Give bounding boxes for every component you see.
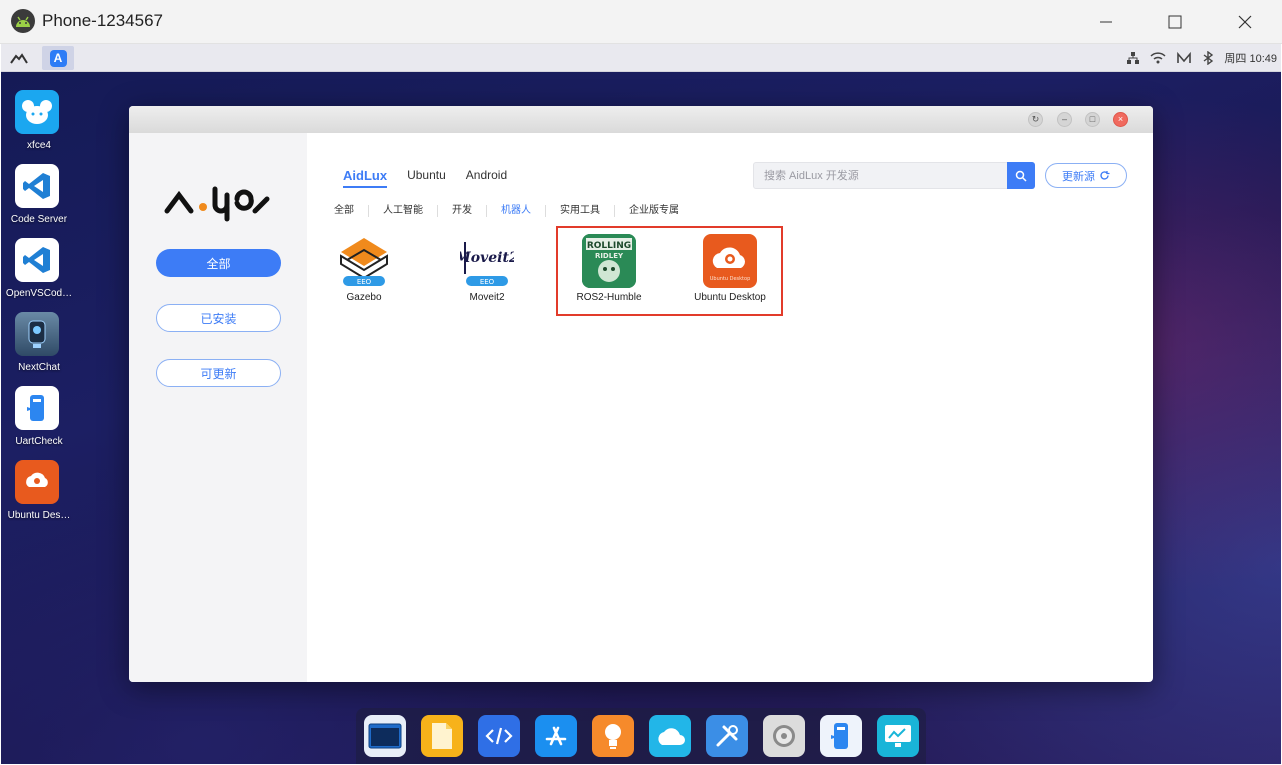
nextchat-icon <box>15 312 59 356</box>
desktop-icon-label: UartCheck <box>15 436 63 447</box>
desktop-icon-uartcheck[interactable]: UartCheck <box>1 386 77 456</box>
network-icon[interactable] <box>1126 51 1140 65</box>
app-store-icon: A <box>49 49 67 67</box>
category-filter: 全部 人工智能 开发 机器人 实用工具 企业版专属 <box>334 204 707 218</box>
app-badge: EEO <box>480 278 495 286</box>
category-dev[interactable]: 开发 <box>452 205 487 217</box>
vscode-icon <box>15 238 59 282</box>
menu-icon[interactable] <box>9 50 29 66</box>
category-ai[interactable]: 人工智能 <box>383 205 438 217</box>
phone-screen: A 周四 10:49 xfce4 Code Server OpenVSCod… … <box>1 44 1281 764</box>
settings-icon[interactable] <box>763 715 805 757</box>
store-maximize-button[interactable]: □ <box>1085 112 1100 127</box>
highlight-box <box>556 226 783 316</box>
maximize-button[interactable] <box>1152 6 1198 38</box>
search-input[interactable] <box>754 163 1008 188</box>
cloud-icon[interactable] <box>649 715 691 757</box>
desktop-icon-xfce4[interactable]: xfce4 <box>1 90 77 160</box>
gazebo-icon: EEO <box>337 234 391 288</box>
app-name: Gazebo <box>346 292 382 303</box>
desktop-icon-label: OpenVSCod… <box>5 288 73 299</box>
category-utilities[interactable]: 实用工具 <box>560 205 615 217</box>
store-titlebar: ↻ – □ × <box>129 106 1153 133</box>
app-card-gazebo[interactable]: EEO Gazebo <box>309 234 419 314</box>
sidebar-all-button[interactable]: 全部 <box>156 249 281 277</box>
category-robot[interactable]: 机器人 <box>501 205 546 217</box>
source-tabs: AidLux Ubuntu Android <box>343 168 507 188</box>
category-all[interactable]: 全部 <box>334 205 369 217</box>
bluetooth-icon[interactable] <box>1202 51 1214 65</box>
update-source-button[interactable]: 更新源 <box>1045 163 1127 188</box>
files-icon[interactable] <box>421 715 463 757</box>
update-source-label: 更新源 <box>1062 170 1095 183</box>
desktop-icon-label: Code Server <box>10 214 68 225</box>
uartcheck-icon <box>15 386 59 430</box>
desktop-icon-label: NextChat <box>18 362 60 373</box>
wifi-icon[interactable] <box>1150 51 1166 65</box>
dock <box>356 708 926 764</box>
tab-aidlux[interactable]: AidLux <box>343 168 388 188</box>
refresh-icon <box>1100 171 1110 180</box>
top-panel: A 周四 10:49 <box>1 44 1281 72</box>
app-store-taskbar-button[interactable]: A <box>42 46 74 70</box>
window-title: Phone-1234567 <box>42 11 164 30</box>
desktop-icon-code-server[interactable]: Code Server <box>1 164 77 234</box>
uart-icon[interactable] <box>820 715 862 757</box>
desktop-icon-nextchat[interactable]: NextChat <box>1 312 77 382</box>
store-close-button[interactable]: × <box>1113 112 1128 127</box>
lightbulb-icon[interactable] <box>592 715 634 757</box>
aidlux-store-window: ↻ – □ × 全部 已安装 可更新 AidLux Ubuntu Android… <box>129 106 1153 682</box>
code-icon[interactable] <box>478 715 520 757</box>
ubuntu-desktop-icon <box>15 460 59 504</box>
tab-ubuntu[interactable]: Ubuntu <box>407 168 446 188</box>
category-enterprise[interactable]: 企业版专属 <box>629 205 693 217</box>
terminal-icon[interactable] <box>364 715 406 757</box>
minimize-button[interactable] <box>1083 6 1129 38</box>
system-tray: 周四 10:49 <box>1126 49 1277 67</box>
close-button[interactable] <box>1222 6 1268 38</box>
signal-icon[interactable] <box>1176 51 1192 65</box>
store-sidebar: 全部 已安装 可更新 <box>129 133 307 682</box>
store-minimize-button[interactable]: – <box>1057 112 1072 127</box>
tab-android[interactable]: Android <box>466 168 507 188</box>
sidebar-installed-button[interactable]: 已安装 <box>156 304 281 332</box>
android-icon <box>11 9 35 33</box>
desktop-icon-label: xfce4 <box>27 140 51 151</box>
desktop-icon-ubuntu-desktop[interactable]: Ubuntu Des… <box>1 460 77 530</box>
tools-icon[interactable] <box>706 715 748 757</box>
monitor-icon[interactable] <box>877 715 919 757</box>
app-card-moveit2[interactable]: Moveit2 EEO Moveit2 <box>432 234 542 314</box>
window-titlebar: Phone-1234567 <box>0 0 1282 44</box>
app-store-icon[interactable] <box>535 715 577 757</box>
aidlux-logo <box>163 167 273 227</box>
desktop-icon-label: Ubuntu Des… <box>7 510 71 521</box>
refresh-window-icon[interactable]: ↻ <box>1028 112 1043 127</box>
vscode-icon <box>15 164 59 208</box>
search-button[interactable] <box>1007 162 1035 189</box>
xfce-mouse-icon <box>15 90 59 134</box>
app-name: Moveit2 <box>469 292 505 303</box>
search-box <box>753 162 1035 189</box>
app-badge: EEO <box>357 278 372 286</box>
search-icon <box>1015 170 1027 182</box>
moveit2-art-text: Moveit2 <box>460 250 514 266</box>
moveit2-icon: Moveit2 EEO <box>460 234 514 288</box>
clock[interactable]: 周四 10:49 <box>1224 50 1277 66</box>
desktop-icon-openvscode[interactable]: OpenVSCod… <box>1 238 77 308</box>
sidebar-updatable-button[interactable]: 可更新 <box>156 359 281 387</box>
